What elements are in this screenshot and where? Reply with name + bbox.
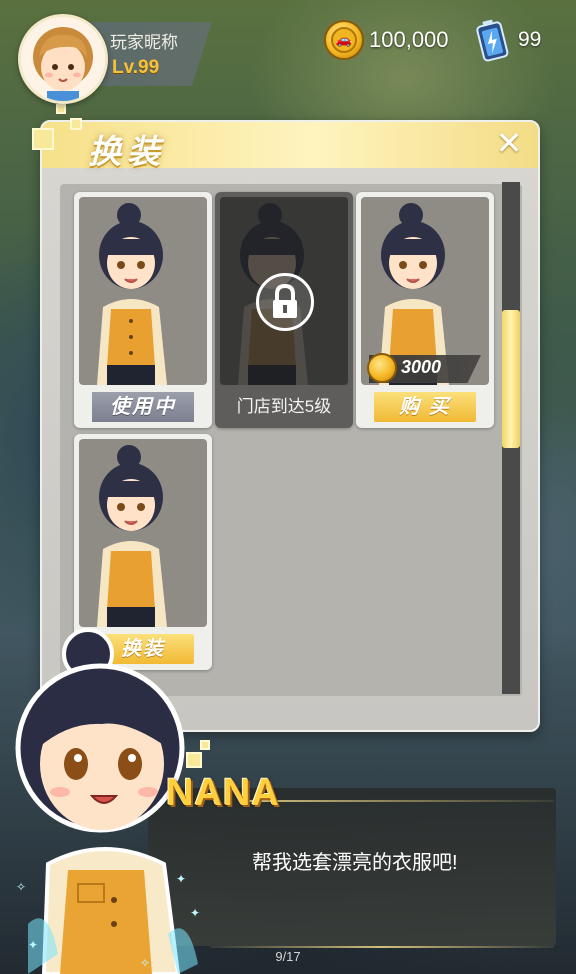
- sparkle-icon: ✦: [176, 872, 187, 886]
- avatar-portrait-icon: [21, 17, 105, 101]
- character-outfit-icon: [97, 445, 167, 627]
- sparkle-icon: ✦: [190, 906, 201, 920]
- outfit-grid[interactable]: 使用中 门店到达5级 3000 购 买 换装: [60, 184, 522, 696]
- dialog-divider-bottom: [210, 946, 554, 948]
- decoration-square: [70, 118, 82, 130]
- player-nickname: 玩家昵称: [110, 33, 178, 52]
- coin-icon: [367, 353, 397, 383]
- coin-car-icon: 🚗: [331, 27, 357, 53]
- panel-title: 换装: [88, 133, 166, 170]
- energy-count: 99: [518, 28, 542, 51]
- outfit-card-in-use[interactable]: 使用中: [74, 192, 212, 428]
- dialog-text: 帮我选套漂亮的衣服吧!: [252, 852, 458, 874]
- scrollbar-thumb[interactable]: [502, 310, 520, 448]
- sparkle-icon: ✦: [28, 938, 39, 952]
- outfit-card-locked[interactable]: 门店到达5级: [215, 192, 353, 428]
- unlock-requirement: 门店到达5级: [236, 397, 332, 416]
- coin-icon: 🚗: [324, 20, 364, 60]
- outfit-portrait: 3000: [361, 197, 489, 385]
- close-button[interactable]: ✕: [494, 127, 524, 159]
- in-use-button[interactable]: 使用中: [92, 392, 194, 422]
- outfit-card-buy[interactable]: 3000 购 买: [356, 192, 494, 428]
- dialog-divider-top: [244, 800, 554, 802]
- character-outfit-icon: [97, 203, 167, 385]
- price-value: 3000: [401, 357, 442, 377]
- outfit-portrait: [220, 197, 348, 385]
- sparkle-icon: ✧: [16, 880, 27, 894]
- outfit-portrait: [79, 439, 207, 627]
- outfit-portrait: [79, 197, 207, 385]
- lock-icon: [256, 273, 314, 331]
- decoration-square: [32, 128, 54, 150]
- speaker-name: NANA: [166, 772, 280, 814]
- buy-button[interactable]: 购 买: [374, 392, 476, 422]
- player-avatar[interactable]: [18, 14, 108, 104]
- sparkle-icon: ✧: [140, 956, 151, 970]
- decoration-square: [56, 104, 66, 114]
- outfit-scrollbar[interactable]: [502, 182, 520, 694]
- dialog-page-indicator: 9/17: [275, 949, 301, 964]
- coin-balance: 100,000: [369, 27, 449, 52]
- player-level: Lv.99: [112, 57, 160, 78]
